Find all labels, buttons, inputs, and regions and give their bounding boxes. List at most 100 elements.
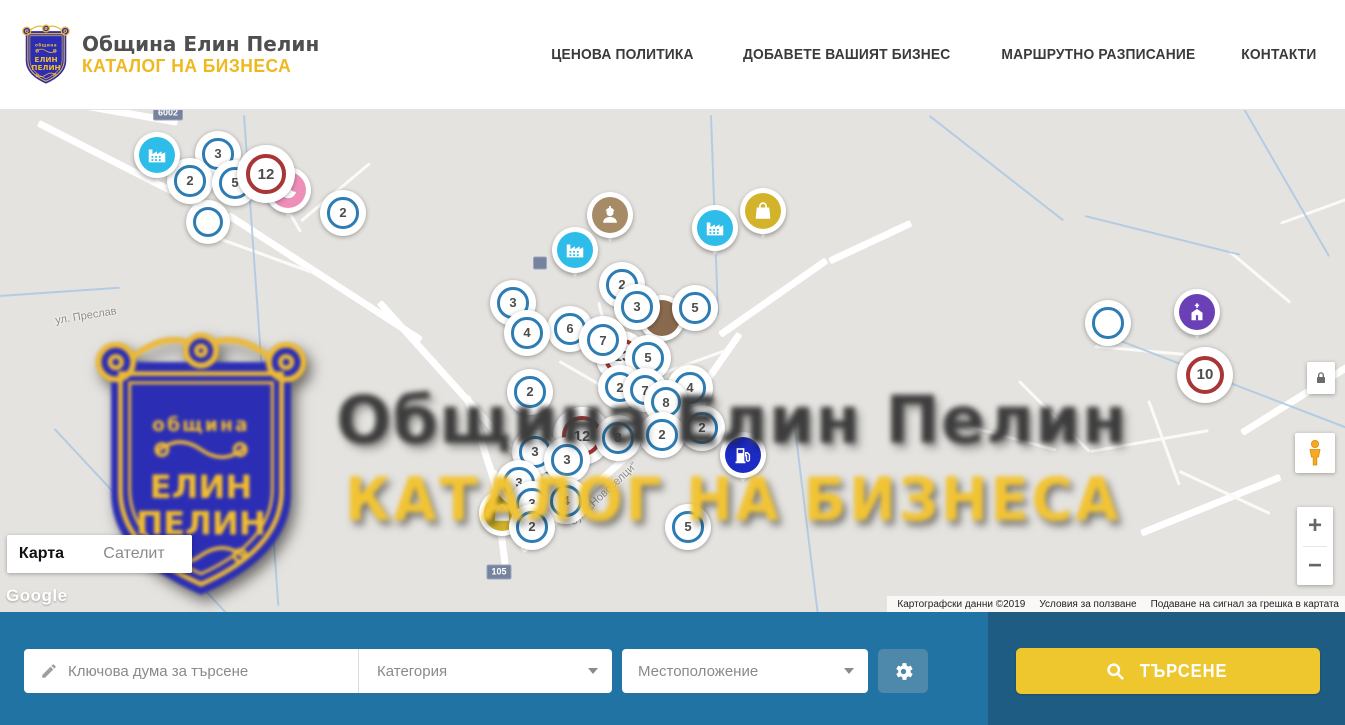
search-button[interactable]: ТЪРСЕНЕ [1016, 648, 1320, 694]
site-logo[interactable]: община ЕЛИН ПЕЛИН Община Елин Пелин КАТА… [20, 22, 319, 88]
nav-pricing-policy[interactable]: ЦЕНОВА ПОЛИТИКА [551, 46, 693, 63]
cluster-marker[interactable]: 2 [639, 412, 685, 458]
cluster-marker[interactable]: 2 [679, 405, 725, 451]
search-button-label: ТЪРСЕНЕ [1140, 661, 1228, 682]
keyword-search-input[interactable] [68, 663, 358, 680]
map-pin-church[interactable] [1174, 289, 1220, 335]
road-badge: 6002 [153, 110, 183, 121]
crest-text-line1: ЕЛИН [150, 468, 253, 506]
church-icon [1179, 294, 1215, 330]
category-select-label: Категория [377, 663, 588, 680]
header: община ЕЛИН ПЕЛИН Община Елин Пелин КАТА… [0, 0, 1345, 110]
map-canvas[interactable]: ул. Преславбул. „Новоселци“ци“6002105 32… [0, 110, 1345, 612]
cluster-marker[interactable]: 12 [237, 145, 295, 203]
map-boundary-line [929, 115, 1064, 221]
map-type-control: Карта Сателит [7, 535, 192, 573]
map-road [718, 257, 829, 337]
nav-route-schedule[interactable]: МАРШРУТНО РАЗПИСАНИЕ [1002, 46, 1196, 63]
cluster-marker[interactable]: 2 [509, 504, 555, 550]
map-boundary-line [0, 287, 120, 297]
municipality-crest-icon: община ЕЛИН ПЕЛИН [20, 22, 72, 88]
cluster-marker[interactable]: 7 [579, 316, 627, 364]
chevron-down-icon [844, 668, 854, 674]
cluster-marker[interactable]: 3 [544, 437, 590, 483]
cluster-count: 4 [511, 317, 542, 348]
pencil-icon [40, 662, 58, 680]
pin-head [552, 227, 598, 273]
google-logo[interactable]: Google [6, 586, 68, 606]
cluster-marker[interactable]: 8 [595, 415, 641, 461]
lock-icon [1313, 370, 1329, 386]
map-pin-shopping-bag[interactable] [740, 188, 786, 234]
factory-icon [139, 137, 175, 173]
map-pin-factory[interactable] [552, 227, 598, 273]
cluster-count: 7 [587, 324, 620, 357]
pegman-icon [1303, 439, 1327, 467]
cluster-count: 10 [1186, 356, 1224, 394]
cluster-marker[interactable] [186, 200, 230, 244]
map-boundary-line [54, 428, 234, 612]
cluster-count: 3 [551, 444, 582, 475]
pin-head [740, 188, 786, 234]
location-select[interactable]: Местоположение [622, 649, 868, 693]
crest-text-top: община [152, 415, 250, 436]
cluster-marker[interactable]: 2 [507, 369, 553, 415]
streetview-pegman-button[interactable] [1295, 433, 1335, 473]
cluster-count [193, 207, 223, 237]
map-pin-factory[interactable] [692, 205, 738, 251]
nav-add-your-business[interactable]: ДОБАВЕТЕ ВАШИЯТ БИЗНЕС [743, 46, 950, 63]
pin-head [692, 205, 738, 251]
main-nav: ЦЕНОВА ПОЛИТИКА ДОБАВЕТЕ ВАШИЯТ БИЗНЕС М… [545, 46, 1320, 63]
zoom-in-button[interactable]: + [1297, 507, 1333, 546]
cluster-marker[interactable]: 4 [504, 310, 550, 356]
map-road [1280, 191, 1345, 225]
cluster-count: 2 [516, 511, 547, 542]
map-road [1090, 429, 1209, 453]
cluster-count: 5 [672, 511, 703, 542]
factory-icon [557, 232, 593, 268]
cluster-marker[interactable] [1085, 300, 1131, 346]
crest-text-line1: ЕЛИН [34, 54, 57, 63]
cluster-count: 2 [686, 412, 717, 443]
pin-head [1174, 289, 1220, 335]
location-select-label: Местоположение [638, 663, 844, 680]
map-road [828, 220, 913, 264]
cluster-marker[interactable]: 5 [665, 504, 711, 550]
category-select[interactable]: Категория [359, 649, 612, 693]
cluster-count: 3 [621, 291, 652, 322]
attribution-report-link[interactable]: Подаване на сигнал за грешка в картата [1151, 599, 1339, 610]
map-boundary-line [793, 420, 819, 612]
map-pin-factory[interactable] [134, 132, 180, 178]
map-pin-fuel-pump[interactable] [720, 432, 766, 478]
zoom-out-button[interactable]: − [1297, 547, 1333, 586]
lock-control-button[interactable] [1307, 362, 1335, 394]
map-attribution: Картографски данни ©2019 Условия за полз… [887, 596, 1345, 612]
attribution-map-data: Картографски данни ©2019 [897, 599, 1025, 610]
map-type-satellite-button[interactable]: Сателит [76, 535, 192, 573]
logo-title: Община Елин Пелин [82, 33, 319, 56]
fuel-pump-icon [725, 437, 761, 473]
map-road [1228, 250, 1291, 304]
cluster-marker[interactable]: 2 [320, 190, 366, 236]
page: община ЕЛИН ПЕЛИН Община Елин Пелин КАТА… [0, 0, 1345, 725]
cluster-marker[interactable]: 5 [672, 285, 718, 331]
attribution-terms-link[interactable]: Условия за ползване [1039, 599, 1136, 610]
cluster-count: 2 [646, 419, 677, 450]
map-road [949, 420, 1056, 451]
logo-subtitle: КАТАЛОГ НА БИЗНЕСА [82, 56, 312, 77]
crest-text-line2: ПЕЛИН [31, 63, 60, 72]
gear-icon [892, 660, 915, 683]
advanced-search-button[interactable] [878, 649, 928, 693]
cluster-marker[interactable]: 10 [1177, 347, 1233, 403]
cluster-count [1092, 307, 1123, 338]
map-boundary-line [1085, 215, 1241, 256]
nav-contacts[interactable]: КОНТАКТИ [1241, 46, 1316, 63]
cluster-count: 2 [514, 376, 545, 407]
factory-icon [697, 210, 733, 246]
pin-head [720, 432, 766, 478]
chevron-down-icon [588, 668, 598, 674]
map-type-map-button[interactable]: Карта [7, 535, 76, 573]
cluster-count: 4 [550, 485, 581, 516]
road-badge: 105 [486, 565, 511, 580]
shopping-bag-icon [745, 193, 781, 229]
